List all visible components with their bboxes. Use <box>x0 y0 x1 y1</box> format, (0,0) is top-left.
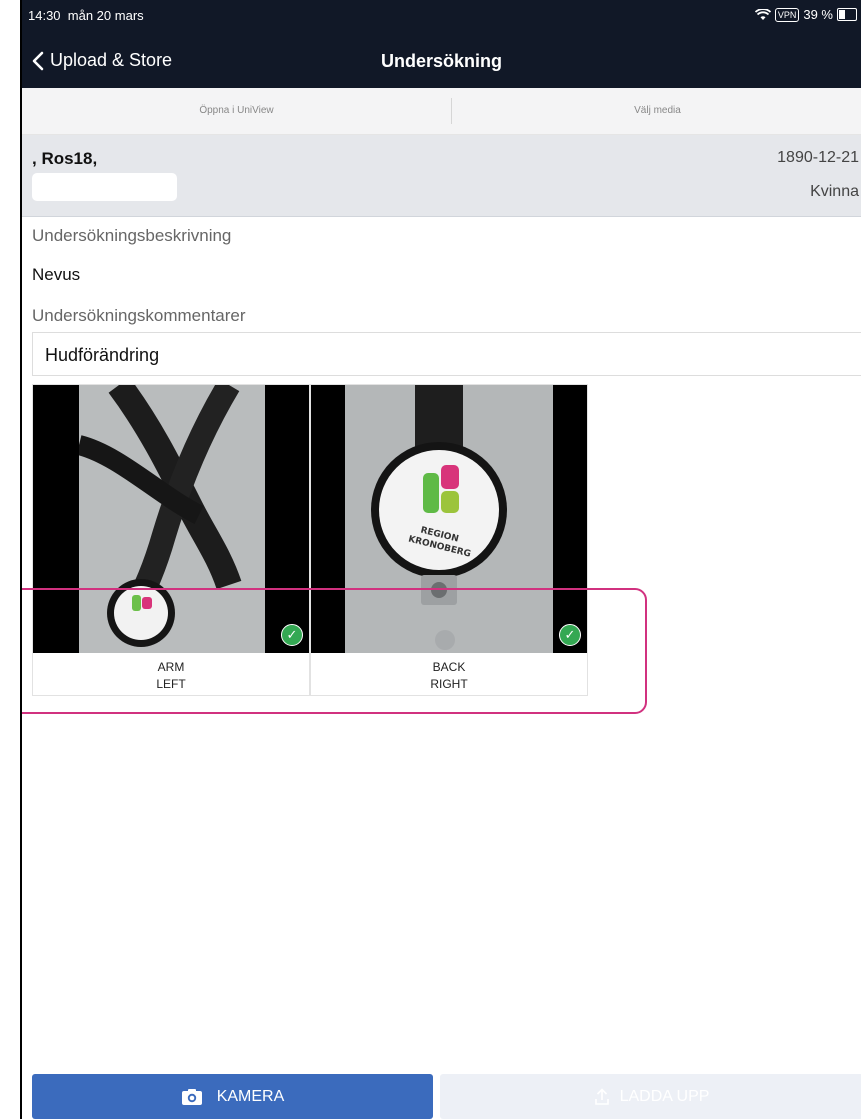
description-label: Undersökningsbeskrivning <box>32 226 232 245</box>
wifi-icon <box>754 8 771 20</box>
patient-id-redacted <box>32 173 177 201</box>
upload-button[interactable]: LADDA UPP <box>440 1074 861 1119</box>
back-button[interactable]: Upload & Store <box>32 50 172 71</box>
camera-icon <box>181 1088 202 1105</box>
photo-badge: REGION KRONOBERG <box>345 385 553 653</box>
caption-line-2: RIGHT <box>430 677 468 691</box>
upload-icon <box>594 1087 609 1105</box>
app-screen: 14:30 mån 20 mars VPN 39 % Upload & Stor… <box>20 0 861 1119</box>
patient-header: , Ros18, 1890-12-21 Kvinna <box>22 135 861 217</box>
status-bar: 14:30 mån 20 mars VPN 39 % <box>22 0 861 34</box>
lanyard-photo-image <box>76 385 265 653</box>
caption-line-2: LEFT <box>156 677 186 691</box>
caption-line-1: BACK <box>432 660 466 674</box>
description-value[interactable]: Nevus <box>32 265 80 285</box>
navigation-bar: Upload & Store Undersökning <box>22 34 861 88</box>
battery-percent: 39 % <box>803 7 833 22</box>
back-label: Upload & Store <box>50 50 173 70</box>
open-in-uniview-button[interactable]: Öppna i UniView <box>22 88 451 134</box>
choose-media-button[interactable]: Välj media <box>452 88 861 134</box>
comments-label: Undersökningskommentarer <box>32 306 246 325</box>
battery-icon <box>837 8 857 21</box>
image-caption: ARM LEFT <box>33 653 309 693</box>
badge-photo-image: REGION KRONOBERG <box>345 385 553 653</box>
camera-button-label: KAMERA <box>216 1087 285 1105</box>
comments-field[interactable]: Hudförändring <box>32 332 861 376</box>
caption-line-1: ARM <box>157 660 185 674</box>
segmented-control: Öppna i UniView Välj media <box>22 88 861 135</box>
photo-thumbnail[interactable]: REGION KRONOBERG ✓ <box>311 385 587 653</box>
upload-button-label: LADDA UPP <box>619 1087 710 1105</box>
patient-sex: Kvinna <box>810 183 859 200</box>
uploaded-check-icon: ✓ <box>281 624 303 646</box>
vpn-badge: VPN <box>774 7 800 22</box>
patient-birthdate: 1890-12-21 <box>777 149 859 166</box>
photo-thumbnail[interactable]: ✓ <box>33 385 309 653</box>
patient-name: , Ros18, <box>32 149 98 168</box>
chevron-left-icon <box>32 51 44 70</box>
image-card-back-right[interactable]: REGION KRONOBERG ✓ BACK RIGHT <box>310 384 588 696</box>
uploaded-check-icon: ✓ <box>559 624 581 646</box>
camera-button[interactable]: KAMERA <box>32 1074 433 1119</box>
status-icons: VPN 39 % <box>754 7 857 22</box>
image-card-arm-left[interactable]: ✓ ARM LEFT <box>32 384 310 696</box>
status-time: 14:30 mån 20 mars <box>28 8 144 23</box>
photo-lanyard <box>76 385 265 653</box>
image-caption: BACK RIGHT <box>311 653 587 693</box>
